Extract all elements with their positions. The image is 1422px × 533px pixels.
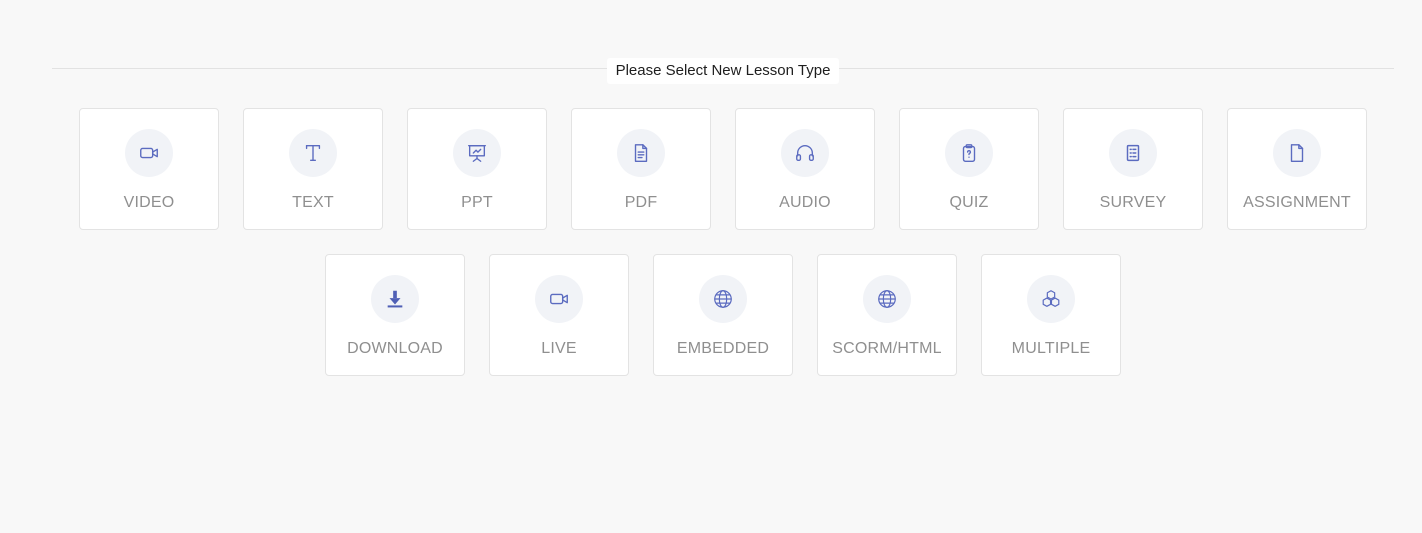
lesson-type-row-2: DOWNLOAD LIVE EMBEDDED SCORM/HTML MULTIP… <box>0 254 1422 376</box>
heading-text: Please Select New Lesson Type <box>606 58 840 84</box>
lesson-type-label: LIVE <box>541 340 577 357</box>
lesson-type-label: AUDIO <box>779 194 831 211</box>
lesson-type-embedded-card[interactable]: EMBEDDED <box>653 254 793 376</box>
lesson-type-assignment-card[interactable]: ASSIGNMENT <box>1227 108 1367 230</box>
lesson-type-pdf-card[interactable]: PDF <box>571 108 711 230</box>
lesson-type-ppt-card[interactable]: PPT <box>407 108 547 230</box>
lesson-type-scorm-html-card[interactable]: SCORM/HTML <box>817 254 957 376</box>
survey-checklist-icon <box>1109 129 1157 177</box>
headphones-icon <box>781 129 829 177</box>
presentation-icon <box>453 129 501 177</box>
video-camera-icon <box>125 129 173 177</box>
lesson-type-download-card[interactable]: DOWNLOAD <box>325 254 465 376</box>
lesson-type-label: MULTIPLE <box>1011 340 1091 357</box>
lesson-type-video-card[interactable]: VIDEO <box>79 108 219 230</box>
lesson-type-page: Please Select New Lesson Type VIDEO TEXT <box>0 0 1422 533</box>
text-icon <box>289 129 337 177</box>
download-icon <box>371 275 419 323</box>
lesson-type-label: VIDEO <box>123 194 175 211</box>
lesson-type-label: PDF <box>624 194 658 211</box>
lesson-type-label: DOWNLOAD <box>347 340 443 357</box>
lesson-type-multiple-card[interactable]: MULTIPLE <box>981 254 1121 376</box>
lesson-type-live-card[interactable]: LIVE <box>489 254 629 376</box>
globe-icon <box>863 275 911 323</box>
lesson-type-label: ASSIGNMENT <box>1243 194 1351 211</box>
file-icon <box>1273 129 1321 177</box>
lesson-type-label: PPT <box>461 194 493 211</box>
globe-icon <box>699 275 747 323</box>
lesson-type-survey-card[interactable]: SURVEY <box>1063 108 1203 230</box>
document-icon <box>617 129 665 177</box>
lesson-type-label: EMBEDDED <box>676 340 770 357</box>
lesson-type-label: QUIZ <box>949 194 989 211</box>
video-camera-icon <box>535 275 583 323</box>
lesson-type-label: SURVEY <box>1099 194 1167 211</box>
lesson-type-row-1: VIDEO TEXT PPT PDF AUDIO QUIZ SURVEY ASS… <box>0 108 1422 230</box>
cubes-icon <box>1027 275 1075 323</box>
section-divider <box>52 68 1394 69</box>
lesson-type-audio-card[interactable]: AUDIO <box>735 108 875 230</box>
lesson-type-quiz-card[interactable]: QUIZ <box>899 108 1039 230</box>
section-heading: Please Select New Lesson Type <box>0 58 1422 84</box>
lesson-type-label: SCORM/HTML <box>832 340 942 357</box>
lesson-type-label: TEXT <box>292 194 334 211</box>
lesson-type-text-card[interactable]: TEXT <box>243 108 383 230</box>
clipboard-question-icon <box>945 129 993 177</box>
